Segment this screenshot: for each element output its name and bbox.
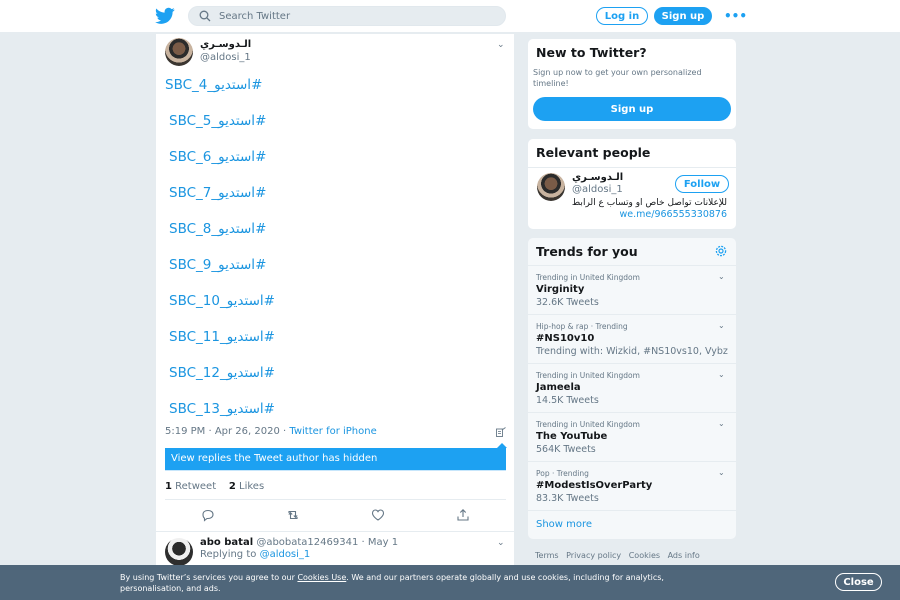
card-subtitle: Sign up now to get your own personalized… [533, 68, 702, 88]
relevant-people-card: Relevant people الـدوسـري @aldosi_1 Foll… [527, 138, 737, 230]
reply-author: abo batal @abobata12469341 · May 1 [200, 537, 398, 548]
cookie-use-link[interactable]: Cookies Use [297, 573, 346, 582]
share-icon[interactable] [456, 508, 470, 522]
tweet-source-link[interactable]: Twitter for iPhone [289, 426, 376, 437]
like-count[interactable]: 2 [229, 481, 236, 492]
reply-menu-chevron-icon[interactable]: ⌄ [497, 538, 505, 548]
trend-stat: 14.5K Tweets [536, 395, 599, 406]
trend-item[interactable]: Trending in United Kingdom The YouTube 5… [528, 412, 736, 461]
trend-name[interactable]: The YouTube [536, 431, 607, 442]
trend-name[interactable]: Virginity [536, 284, 584, 295]
relevant-person-bio: للإعلانات تواصل خاص او وتساب ع الرابط [571, 198, 727, 208]
trend-context: Trending in United Kingdom [536, 420, 640, 429]
card-title: Relevant people [536, 145, 651, 160]
hashtag-link[interactable]: #استديو_SBC_4 [165, 77, 262, 93]
top-bar: Log in Sign up ••• [0, 0, 900, 33]
hidden-replies-icon[interactable] [496, 427, 506, 437]
trend-menu-chevron-icon[interactable]: ⌄ [718, 419, 725, 428]
author-handle[interactable]: @aldosi_1 [200, 52, 251, 63]
search-box[interactable] [188, 6, 506, 26]
trend-menu-chevron-icon[interactable]: ⌄ [718, 370, 725, 379]
trend-menu-chevron-icon[interactable]: ⌄ [718, 468, 725, 477]
retweet-label[interactable]: Retweet [175, 481, 216, 492]
new-to-twitter-card: New to Twitter? Sign up now to get your … [527, 38, 737, 130]
replying-to: Replying to @aldosi_1 [200, 549, 310, 560]
tweet-menu-chevron-icon[interactable]: ⌄ [497, 40, 505, 50]
show-more-link[interactable]: Show more [536, 519, 592, 530]
sidebar-signup-button[interactable]: Sign up [533, 97, 731, 121]
more-options-icon[interactable]: ••• [724, 9, 747, 23]
relevant-person-avatar[interactable] [537, 173, 565, 201]
footer-link-privacy[interactable]: Privacy policy [566, 551, 621, 560]
trend-name[interactable]: #ModestIsOverParty [536, 480, 652, 491]
relevant-person-link[interactable]: we.me/966555330876 [620, 209, 727, 220]
hashtag-link[interactable]: #استديو_SBC_7 [169, 185, 266, 201]
trend-context: Trending in United Kingdom [536, 273, 640, 282]
footer-link-cookies[interactable]: Cookies [629, 551, 660, 560]
hashtag-link[interactable]: #استديو_SBC_5 [169, 113, 266, 129]
hashtag-link[interactable]: #استديو_SBC_11 [169, 329, 275, 345]
trend-stat: Trending with: Wizkid, #NS10vs10, Vybz [536, 346, 728, 357]
trend-name[interactable]: Jameela [536, 382, 581, 393]
follow-button[interactable]: Follow [675, 175, 729, 193]
retweet-icon[interactable] [286, 508, 300, 522]
cookie-notice-text: By using Twitter’s services you agree to… [120, 572, 720, 594]
divider [528, 167, 736, 168]
tweet-column: الـدوسـري @aldosi_1 ⌄ #استديو_SBC_4 #است… [155, 34, 515, 600]
reply-author-avatar[interactable] [165, 538, 193, 566]
twitter-logo-icon[interactable] [155, 7, 175, 25]
hashtag-link[interactable]: #استديو_SBC_10 [169, 293, 275, 309]
cookie-text-before: By using Twitter’s services you agree to… [120, 573, 298, 582]
divider [156, 531, 514, 532]
card-title: New to Twitter? [536, 45, 647, 60]
tweet-timestamp: 5:19 PM · Apr 26, 2020 · Twitter for iPh… [165, 426, 377, 437]
trend-item[interactable]: Trending in United Kingdom Virginity 32.… [528, 265, 736, 314]
hashtag-link[interactable]: #استديو_SBC_13 [169, 401, 275, 417]
trend-context: Pop · Trending [536, 469, 589, 478]
trend-menu-chevron-icon[interactable]: ⌄ [718, 272, 725, 281]
reply-author-name[interactable]: abo batal [200, 537, 253, 548]
settings-gear-icon[interactable] [714, 244, 728, 258]
footer-link-ads-info[interactable]: Ads info [668, 551, 700, 560]
search-icon [199, 10, 211, 22]
footer-link-terms[interactable]: Terms [535, 551, 559, 560]
trend-name[interactable]: #NS10v10 [536, 333, 594, 344]
like-icon[interactable] [371, 508, 385, 522]
trend-item[interactable]: Hip-hop & rap · Trending #NS10v10 Trendi… [528, 314, 736, 363]
card-title: Trends for you [536, 244, 638, 259]
trends-card: Trends for you Trending in United Kingdo… [527, 237, 737, 540]
engagement-counts: 1 Retweet 2 Likes [165, 481, 264, 492]
trend-item[interactable]: Pop · Trending #ModestIsOverParty 83.3K … [528, 461, 736, 510]
tweet-time[interactable]: 5:19 PM · Apr 26, 2020 · [165, 426, 289, 437]
trend-menu-chevron-icon[interactable]: ⌄ [718, 321, 725, 330]
trend-item[interactable]: Trending in United Kingdom Jameela 14.5K… [528, 363, 736, 412]
trend-context: Hip-hop & rap · Trending [536, 322, 628, 331]
relevant-person-handle[interactable]: @aldosi_1 [572, 184, 623, 195]
hashtag-link[interactable]: #استديو_SBC_9 [169, 257, 266, 273]
footer-links: Terms Privacy policy Cookies Ads info [535, 551, 705, 560]
retweet-count[interactable]: 1 [165, 481, 172, 492]
cookie-close-button[interactable]: Close [835, 573, 882, 591]
replying-to-label: Replying to [200, 549, 260, 560]
reply-handle-date[interactable]: @abobata12469341 · May 1 [256, 537, 398, 548]
reply-icon[interactable] [201, 508, 215, 522]
divider [165, 499, 506, 500]
trend-stat: 32.6K Tweets [536, 297, 599, 308]
search-input[interactable] [219, 7, 489, 25]
relevant-person-name[interactable]: الـدوسـري [572, 172, 623, 183]
cookie-banner: By using Twitter’s services you agree to… [0, 565, 900, 600]
login-button[interactable]: Log in [596, 7, 648, 25]
hashtag-link[interactable]: #استديو_SBC_6 [169, 149, 266, 165]
author-avatar[interactable] [165, 38, 193, 66]
hashtag-link[interactable]: #استديو_SBC_8 [169, 221, 266, 237]
author-name[interactable]: الـدوسـري [200, 39, 251, 50]
view-hidden-replies-button[interactable]: View replies the Tweet author has hidden [165, 443, 507, 471]
like-label[interactable]: Likes [239, 481, 264, 492]
trend-context: Trending in United Kingdom [536, 371, 640, 380]
hashtag-link[interactable]: #استديو_SBC_12 [169, 365, 275, 381]
trend-stat: 83.3K Tweets [536, 493, 599, 504]
trend-stat: 564K Tweets [536, 444, 596, 455]
signup-button[interactable]: Sign up [654, 7, 712, 25]
replying-to-handle[interactable]: @aldosi_1 [260, 549, 311, 560]
